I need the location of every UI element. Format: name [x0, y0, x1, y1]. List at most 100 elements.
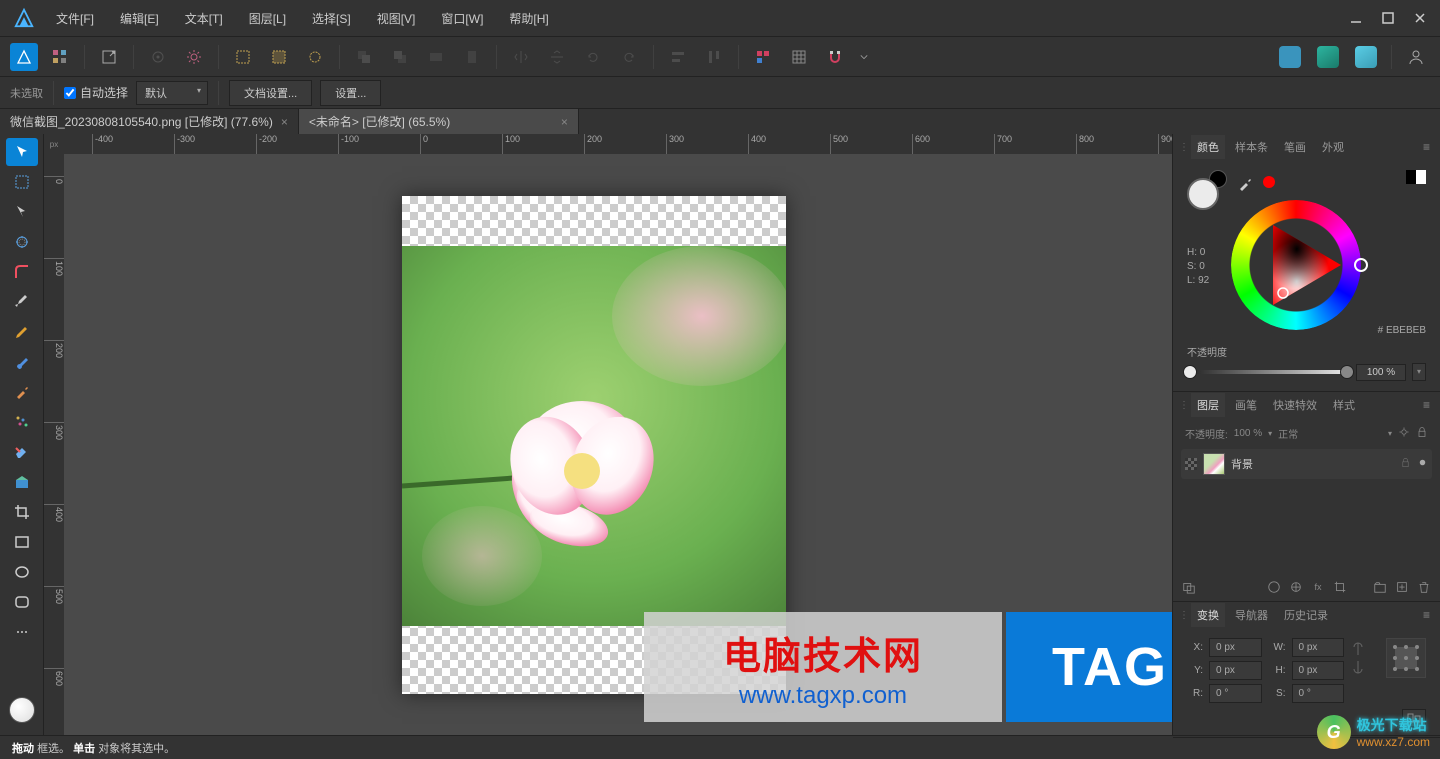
erase-tool-icon[interactable] [6, 438, 38, 466]
menu-select[interactable]: 选择[S] [300, 4, 363, 33]
rotate-ccw-icon[interactable] [579, 43, 607, 71]
fill-tool-icon[interactable] [6, 468, 38, 496]
brush-tool-icon[interactable] [6, 348, 38, 376]
transform-y-field[interactable]: Y:0 px [1187, 661, 1262, 680]
lock-icon[interactable] [1400, 457, 1411, 471]
rotate-cw-icon[interactable] [615, 43, 643, 71]
gear-icon[interactable] [1398, 426, 1410, 441]
foreground-color-swatch[interactable] [9, 697, 35, 723]
auto-select-checkbox[interactable]: 自动选择 [64, 84, 128, 101]
tab-appearance[interactable]: 外观 [1316, 135, 1350, 159]
settings-button[interactable]: 设置... [320, 80, 381, 106]
tab-brushes[interactable]: 画笔 [1229, 393, 1263, 417]
menu-edit[interactable]: 编辑[E] [108, 4, 171, 33]
persona-blue-icon[interactable] [1279, 46, 1301, 68]
arrange-icon-2[interactable] [386, 43, 414, 71]
layer-opacity-value[interactable]: 100 % [1234, 428, 1262, 439]
spray-tool-icon[interactable] [6, 408, 38, 436]
pencil-tool-icon[interactable] [6, 318, 38, 346]
canvas-viewport[interactable]: px -400 -300 -200 -100 0 100 200 300 400… [44, 134, 1172, 735]
adjustment-icon[interactable] [1266, 579, 1282, 595]
persona-cyan-icon[interactable] [1355, 46, 1377, 68]
select-all-icon[interactable] [229, 43, 257, 71]
menu-layer[interactable]: 图层[L] [237, 4, 298, 33]
artboard-tool-icon[interactable] [95, 43, 123, 71]
document-settings-button[interactable]: 文档设置... [229, 80, 312, 106]
fx-text-icon[interactable]: fx [1310, 579, 1326, 595]
transform-origin-widget[interactable] [1386, 638, 1426, 678]
transform-s-field[interactable]: S:0 ° [1270, 684, 1345, 703]
chevron-down-icon[interactable]: ▾ [1388, 429, 1392, 438]
document-canvas[interactable] [402, 196, 786, 694]
arrange-icon-3[interactable] [422, 43, 450, 71]
menu-file[interactable]: 文件[F] [44, 4, 106, 33]
view-grid-icon[interactable] [46, 43, 74, 71]
flip-v-icon[interactable] [543, 43, 571, 71]
transform-r-field[interactable]: R:0 ° [1187, 684, 1262, 703]
opacity-dropdown[interactable]: ▾ [1412, 363, 1426, 381]
color-wheel[interactable] [1221, 190, 1371, 343]
align-icon-2[interactable] [700, 43, 728, 71]
menu-text[interactable]: 文本[T] [173, 4, 235, 33]
blend-mode-dropdown[interactable]: 正常 [1278, 426, 1382, 441]
select-refine-icon[interactable] [301, 43, 329, 71]
link-dimensions-icon[interactable] [1352, 639, 1376, 680]
snap-magnet-icon[interactable] [821, 43, 849, 71]
delete-layer-icon[interactable] [1416, 579, 1432, 595]
panel-menu-icon[interactable]: ≡ [1419, 396, 1434, 414]
eyedropper-tool-icon[interactable] [6, 378, 38, 406]
flip-h-icon[interactable] [507, 43, 535, 71]
chevron-down-icon[interactable]: ▾ [1268, 429, 1272, 438]
align-icon-1[interactable] [664, 43, 692, 71]
contour-tool-icon[interactable] [6, 228, 38, 256]
corner-tool-icon[interactable] [6, 258, 38, 286]
maximize-button[interactable] [1372, 4, 1404, 32]
menu-window[interactable]: 窗口[W] [429, 4, 495, 33]
artboard-tool-icon[interactable] [6, 168, 38, 196]
auto-select-mode-dropdown[interactable]: 默认 ▾ [136, 81, 208, 105]
tab-layers[interactable]: 图层 [1191, 393, 1225, 417]
panel-drag-handle[interactable]: ⋮⋮ [1179, 610, 1187, 621]
panel-menu-icon[interactable]: ≡ [1419, 606, 1434, 624]
recent-color-swatch[interactable] [1263, 176, 1275, 188]
tab-swatches[interactable]: 样本条 [1229, 135, 1274, 159]
pen-tool-icon[interactable] [6, 288, 38, 316]
document-tab[interactable]: 微信截图_20230808105540.png [已修改] (77.6%) × [0, 109, 299, 134]
select-inverse-icon[interactable] [265, 43, 293, 71]
close-button[interactable] [1404, 4, 1436, 32]
panel-drag-handle[interactable]: ⋮⋮ [1179, 400, 1187, 411]
layer-item[interactable]: 背景 [1181, 449, 1432, 479]
panel-menu-icon[interactable]: ≡ [1419, 138, 1434, 156]
vertical-ruler[interactable]: 0 100 200 300 400 500 600 [44, 154, 64, 735]
opacity-slider[interactable] [1187, 370, 1350, 374]
ruler-origin[interactable]: px [44, 134, 64, 154]
lock-icon[interactable] [1416, 426, 1428, 441]
snap-grid-icon[interactable] [785, 43, 813, 71]
snap-pixel-icon[interactable] [749, 43, 777, 71]
gear-icon[interactable] [180, 43, 208, 71]
mask-icon[interactable] [1181, 579, 1197, 595]
horizontal-ruler[interactable]: -400 -300 -200 -100 0 100 200 300 400 50… [64, 134, 1172, 154]
account-icon[interactable] [1402, 43, 1430, 71]
rectangle-tool-icon[interactable] [6, 528, 38, 556]
close-icon[interactable]: × [281, 115, 288, 129]
more-tools-icon[interactable] [6, 618, 38, 646]
arrange-icon-1[interactable] [350, 43, 378, 71]
hex-readout[interactable]: # EBEBEB [1378, 325, 1426, 336]
visibility-icon[interactable] [1417, 457, 1428, 471]
node-tool-icon[interactable] [6, 198, 38, 226]
persona-designer-icon[interactable] [10, 43, 38, 71]
transform-w-field[interactable]: W:0 px [1270, 638, 1345, 657]
add-layer-icon[interactable] [1394, 579, 1410, 595]
move-tool-icon[interactable] [6, 138, 38, 166]
ellipse-tool-icon[interactable] [6, 558, 38, 586]
foreground-background-swatch[interactable] [1187, 170, 1227, 210]
tab-styles[interactable]: 样式 [1327, 393, 1361, 417]
minimize-button[interactable] [1340, 4, 1372, 32]
persona-teal-icon[interactable] [1317, 46, 1339, 68]
tab-history[interactable]: 历史记录 [1278, 603, 1334, 627]
menu-view[interactable]: 视图[V] [365, 4, 428, 33]
target-icon[interactable] [144, 43, 172, 71]
tab-fx[interactable]: 快速特效 [1267, 393, 1323, 417]
transform-h-field[interactable]: H:0 px [1270, 661, 1345, 680]
